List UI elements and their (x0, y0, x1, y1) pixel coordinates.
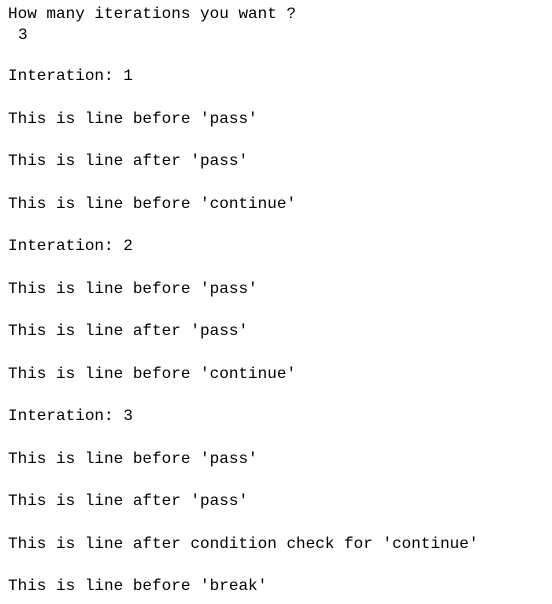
output-line: This is line before 'pass' (8, 280, 258, 298)
user-input-line: 3 (18, 26, 28, 44)
output-line: This is line before 'pass' (8, 450, 258, 468)
console-output: How many iterations you want ? 3 Interat… (0, 0, 552, 604)
output-line: This is line before 'break' (8, 577, 268, 595)
prompt-line: How many iterations you want ? (8, 5, 297, 23)
output-line: This is line before 'continue' (8, 195, 297, 213)
iteration-header: Interation: 3 (8, 407, 133, 425)
output-line: This is line before 'continue' (8, 365, 297, 383)
output-line: This is line after 'pass' (8, 322, 249, 340)
output-line: This is line after condition check for '… (8, 535, 479, 553)
iteration-header: Interation: 1 (8, 67, 133, 85)
output-line: This is line before 'pass' (8, 110, 258, 128)
output-line: This is line after 'pass' (8, 492, 249, 510)
output-line: This is line after 'pass' (8, 152, 249, 170)
iteration-header: Interation: 2 (8, 237, 133, 255)
